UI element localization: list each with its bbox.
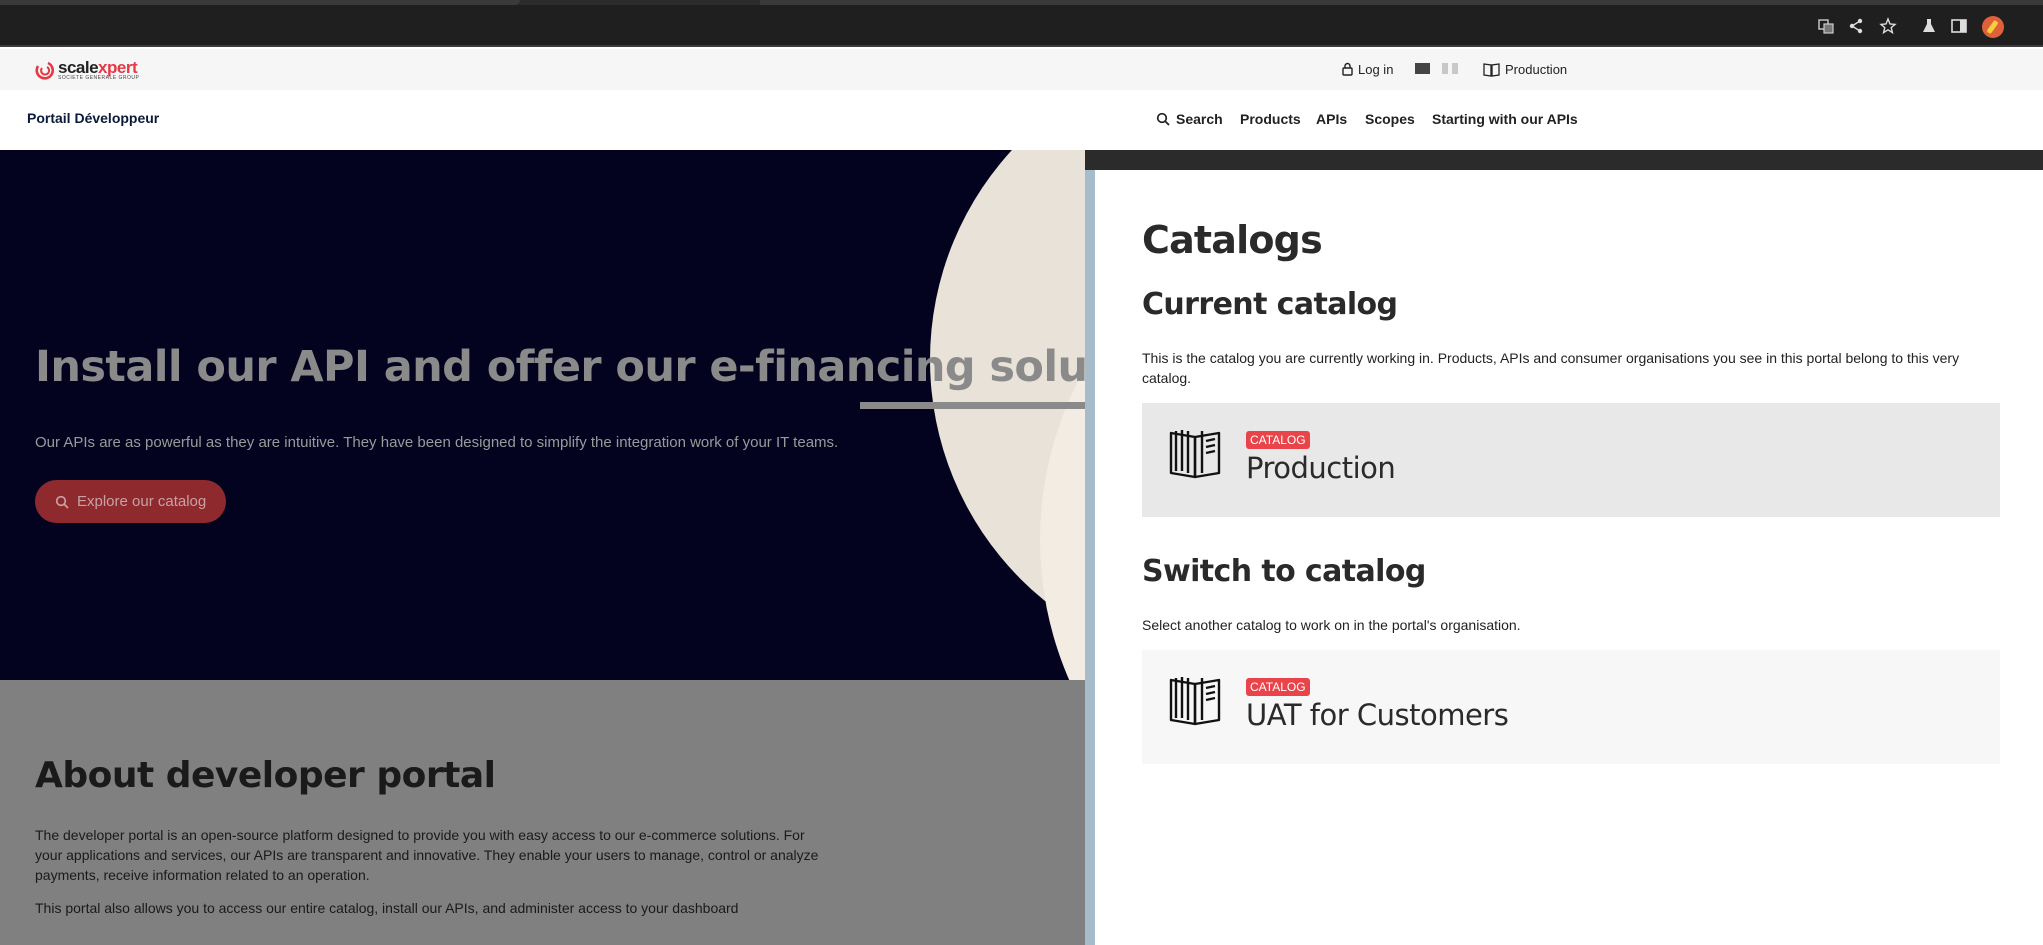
- translate-icon[interactable]: [1817, 17, 1835, 35]
- switch-catalog-heading: Switch to catalog: [1142, 554, 1426, 589]
- explore-catalog-label: Explore our catalog: [77, 493, 207, 510]
- login-label: Log in: [1358, 61, 1394, 77]
- hero-section: Install our API and offer our e-financin…: [0, 150, 1085, 680]
- catalog-switcher-link[interactable]: Production: [1483, 60, 1567, 78]
- portal-brand-title[interactable]: Portail Développeur: [27, 110, 159, 126]
- catalog-book-icon: [1483, 62, 1500, 77]
- utility-bar: scalexpert SOCIETE GENERALE GROUP Log in…: [0, 49, 2043, 90]
- logo-subtitle: SOCIETE GENERALE GROUP: [58, 75, 140, 81]
- flag-fr-icon[interactable]: [1442, 63, 1448, 74]
- profile-avatar-icon[interactable]: [1982, 16, 2004, 38]
- flag-en-icon[interactable]: [1415, 63, 1430, 74]
- catalog-badge: CATALOG: [1246, 678, 1310, 696]
- share-icon[interactable]: [1847, 17, 1865, 35]
- catalogs-drawer: Catalogs Current catalog This is the cat…: [1095, 170, 2043, 945]
- scalexpert-logo[interactable]: scalexpert SOCIETE GENERALE GROUP: [34, 57, 139, 83]
- drawer-title: Catalogs: [1142, 218, 1323, 262]
- explore-catalog-button[interactable]: Explore our catalog: [35, 480, 227, 523]
- current-catalog-heading: Current catalog: [1142, 287, 1398, 322]
- lock-icon: [1342, 62, 1353, 76]
- bookmark-star-icon[interactable]: [1879, 17, 1897, 35]
- labs-flask-icon[interactable]: [1920, 17, 1938, 35]
- catalog-name: UAT for Customers: [1246, 698, 1509, 732]
- open-book-icon: [1169, 677, 1221, 726]
- search-icon: [1156, 112, 1170, 126]
- catalog-badge: CATALOG: [1246, 431, 1310, 449]
- about-title: About developer portal: [35, 755, 496, 796]
- browser-toolbar: [0, 5, 2043, 47]
- login-link[interactable]: Log in: [1342, 60, 1393, 78]
- current-catalog-card: CATALOG Production: [1142, 403, 2000, 517]
- hero-subtitle: Our APIs are as powerful as they are int…: [35, 434, 839, 451]
- drawer-edge: [1085, 170, 1095, 945]
- hero-title: Install our API and offer our e-financin…: [35, 342, 1085, 392]
- nav-item-products[interactable]: Products: [1240, 111, 1301, 127]
- open-book-icon: [1169, 430, 1221, 479]
- nav-item-apis[interactable]: APIs: [1316, 111, 1347, 127]
- about-paragraph: This portal also allows you to access ou…: [35, 900, 739, 916]
- about-paragraph: The developer portal is an open-source p…: [35, 827, 819, 883]
- main-nav: Portail Développeur Search Products APIs…: [0, 90, 2043, 150]
- flag-other-icon[interactable]: [1452, 63, 1458, 74]
- about-section: About developer portal The developer por…: [0, 680, 1085, 945]
- nav-item-label: Search: [1176, 111, 1223, 127]
- current-catalog-description: This is the catalog you are currently wo…: [1142, 350, 1960, 386]
- overlay-backdrop[interactable]: [1085, 150, 2043, 170]
- nav-item-scopes[interactable]: Scopes: [1365, 111, 1415, 127]
- catalog-switcher-label: Production: [1505, 61, 1568, 77]
- catalog-option-card[interactable]: CATALOG UAT for Customers: [1142, 650, 2000, 764]
- nav-item-starting[interactable]: Starting with our APIs: [1432, 111, 1578, 127]
- catalog-name: Production: [1246, 451, 1396, 485]
- hero-underline: [860, 402, 1085, 409]
- side-panel-icon[interactable]: [1950, 17, 1968, 35]
- nav-item-search[interactable]: Search: [1156, 111, 1223, 127]
- logo-mark-icon: [34, 60, 55, 80]
- switch-catalog-description: Select another catalog to work on in the…: [1142, 617, 1521, 633]
- search-icon: [55, 495, 69, 509]
